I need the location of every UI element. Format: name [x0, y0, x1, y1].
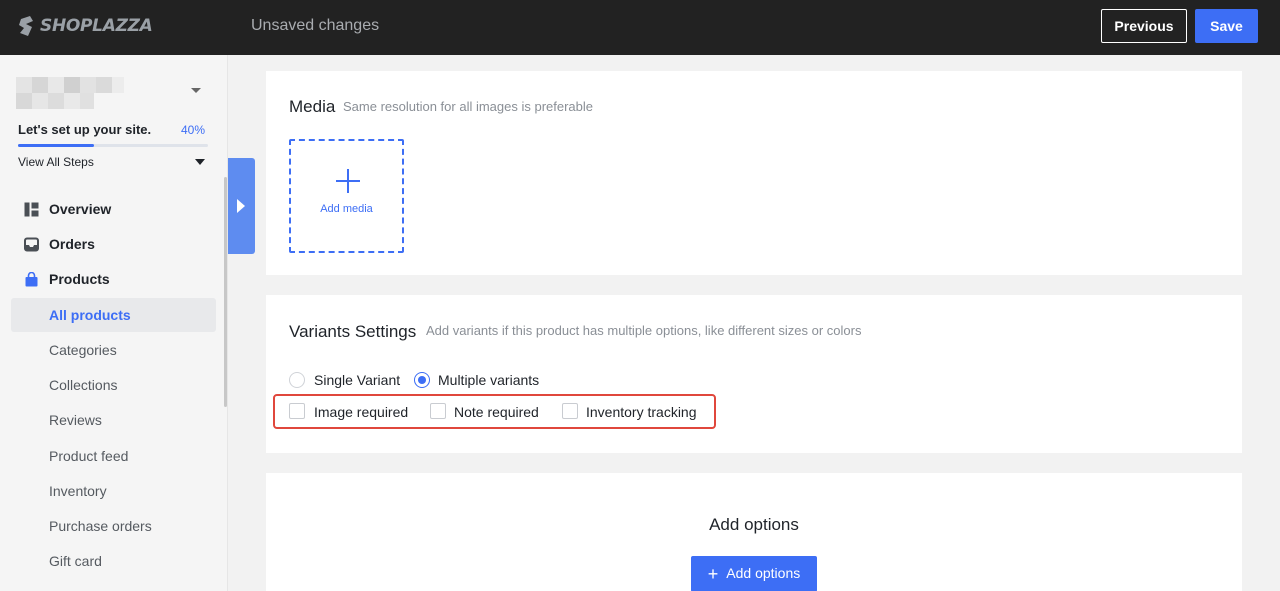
sidebar: Let's set up your site. 40% View All Ste…	[0, 55, 228, 591]
media-hint: Same resolution for all images is prefer…	[343, 99, 594, 114]
add-options-button[interactable]: + Add options	[691, 556, 817, 591]
setup-percent: 40%	[181, 123, 206, 137]
inventory-tracking-checkbox[interactable]	[562, 403, 578, 419]
view-all-steps-link[interactable]: View All Steps	[18, 155, 94, 169]
unsaved-status: Unsaved changes	[251, 17, 380, 34]
overview-icon	[24, 202, 39, 217]
sidebar-item-reviews[interactable]: Reviews	[11, 403, 216, 437]
variants-hint: Add variants if this product has multipl…	[426, 323, 862, 338]
store-selector[interactable]	[16, 77, 124, 109]
sidebar-item-label: Gift card	[49, 553, 102, 569]
save-button[interactable]: Save	[1195, 9, 1258, 43]
media-card: Media Same resolution for all images is …	[266, 71, 1242, 275]
multiple-variants-label: Multiple variants	[438, 372, 540, 388]
multiple-variants-radio[interactable]	[414, 372, 430, 388]
sidebar-toggle-button[interactable]	[228, 158, 255, 254]
sidebar-item-inventory[interactable]: Inventory	[11, 474, 216, 508]
add-media-label: Add media	[320, 203, 373, 215]
top-bar: SHOPLAZZA Unsaved changes Previous Save	[0, 0, 1280, 55]
sidebar-item-overview[interactable]: Overview	[11, 192, 216, 226]
add-media-dropzone[interactable]: Add media	[289, 139, 404, 253]
media-title: Media	[289, 97, 336, 116]
options-card: Add options + Add options	[266, 473, 1242, 591]
chevron-down-icon[interactable]	[191, 88, 201, 93]
logo-text: SHOPLAZZA	[40, 16, 153, 36]
shoplazza-logo-icon	[19, 16, 33, 36]
sidebar-item-label: Product feed	[49, 448, 129, 464]
sidebar-item-label: Collections	[49, 377, 118, 393]
note-required-checkbox[interactable]	[430, 403, 446, 419]
image-required-label: Image required	[314, 404, 409, 420]
setup-progress-bar	[18, 144, 208, 147]
sidebar-item-collections[interactable]: Collections	[11, 368, 216, 402]
image-required-checkbox[interactable]	[289, 403, 305, 419]
chevron-right-icon	[237, 199, 245, 213]
sidebar-item-label: Orders	[49, 236, 95, 252]
plus-icon	[336, 169, 360, 193]
plus-icon: +	[707, 563, 719, 584]
sidebar-item-label: Overview	[49, 201, 112, 217]
add-options-title: Add options	[709, 515, 799, 534]
single-variant-radio[interactable]	[289, 372, 305, 388]
sidebar-item-categories[interactable]: Categories	[11, 333, 216, 367]
note-required-label: Note required	[454, 404, 539, 420]
add-options-label: Add options	[726, 564, 801, 581]
sidebar-item-label: Categories	[49, 342, 117, 358]
setup-title: Let's set up your site.	[18, 122, 152, 137]
sidebar-item-product-feed[interactable]: Product feed	[11, 439, 216, 473]
sidebar-item-label: Products	[49, 271, 110, 287]
variants-title: Variants Settings	[289, 322, 417, 341]
inventory-tracking-label: Inventory tracking	[586, 404, 697, 420]
sidebar-item-orders[interactable]: Orders	[11, 227, 216, 261]
sidebar-item-label: Reviews	[49, 412, 102, 428]
sidebar-item-label: Purchase orders	[49, 518, 152, 534]
variants-card: Variants Settings Add variants if this p…	[266, 295, 1242, 453]
shoplazza-logo[interactable]: SHOPLAZZA	[18, 15, 153, 37]
sidebar-item-products[interactable]: Products	[11, 262, 216, 296]
sidebar-item-purchase-orders[interactable]: Purchase orders	[11, 509, 216, 543]
sidebar-item-all-products[interactable]: All products	[11, 298, 216, 332]
single-variant-label: Single Variant	[314, 372, 401, 388]
shopping-bag-icon	[25, 272, 38, 287]
caret-down-icon[interactable]	[195, 159, 205, 165]
sidebar-item-label: Inventory	[49, 483, 107, 499]
sidebar-item-label: All products	[49, 307, 131, 323]
previous-button[interactable]: Previous	[1101, 9, 1187, 43]
sidebar-scrollbar[interactable]	[224, 177, 227, 407]
inbox-icon	[24, 237, 39, 252]
setup-progress-fill	[18, 144, 94, 147]
sidebar-item-gift-card[interactable]: Gift card	[11, 544, 216, 578]
